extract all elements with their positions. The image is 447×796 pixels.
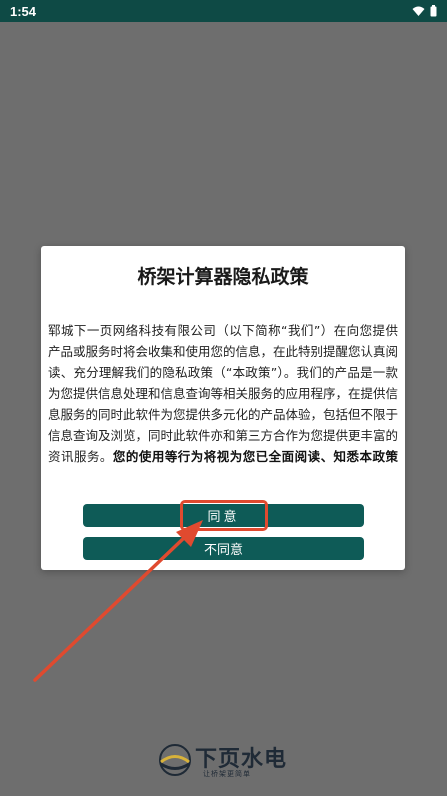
- annotation-arrow-icon: [33, 520, 203, 682]
- logo-emblem-icon: [159, 744, 191, 776]
- watermark-slogan: 让桥架更简单: [203, 770, 251, 778]
- watermark-logo: 下页水电 让桥架更简单: [157, 739, 297, 783]
